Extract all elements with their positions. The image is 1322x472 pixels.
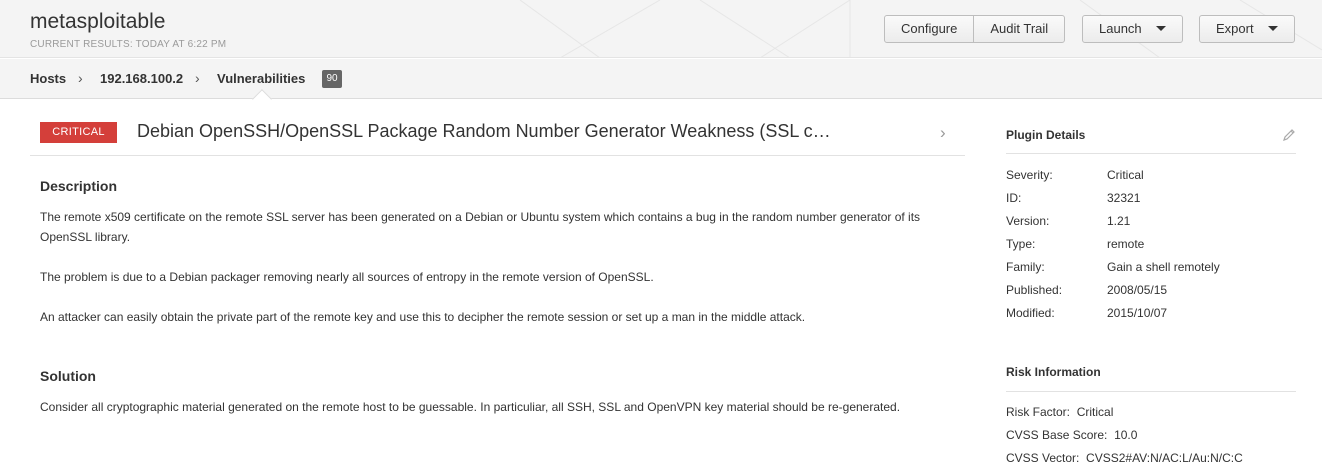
configure-button[interactable]: Configure <box>885 16 973 42</box>
plugin-detail-value: 2015/10/07 <box>1107 306 1168 320</box>
cvss-base-score-row: CVSS Base Score: 10.0 <box>1006 428 1137 442</box>
breadcrumb-hosts[interactable]: Hosts <box>30 71 66 86</box>
plugin-detail-label: Modified: <box>1006 306 1055 320</box>
launch-button[interactable]: Launch <box>1083 16 1182 42</box>
plugin-detail-label: Family: <box>1006 260 1045 274</box>
description-heading: Description <box>40 178 118 194</box>
solution-heading: Solution <box>40 368 96 384</box>
scan-header: metasploitable CURRENT RESULTS: TODAY AT… <box>0 0 1322 58</box>
vulnerability-count-badge: 90 <box>322 70 342 88</box>
severity-badge: CRITICAL <box>40 122 117 143</box>
breadcrumb-vulnerabilities[interactable]: Vulnerabilities <box>217 71 305 86</box>
description-paragraph: The problem is due to a Debian packager … <box>40 270 654 284</box>
description-paragraph: The remote x509 certificate on the remot… <box>40 210 921 244</box>
solution-text: Consider all cryptographic material gene… <box>40 400 901 414</box>
risk-value: Critical <box>1076 405 1114 419</box>
caret-down-icon <box>1267 26 1278 32</box>
plugin-detail-label: ID: <box>1006 191 1022 205</box>
plugin-detail-value: 32321 <box>1107 191 1141 205</box>
divider <box>1006 153 1296 154</box>
scan-results-timestamp: CURRENT RESULTS: TODAY AT 6:22 PM <box>30 39 227 50</box>
export-button[interactable]: Export <box>1200 16 1294 42</box>
risk-value: 10.0 <box>1114 428 1138 442</box>
audit-trail-button[interactable]: Audit Trail <box>973 16 1064 42</box>
plugin-detail-label: Severity: <box>1006 168 1053 182</box>
caret-down-icon <box>1155 26 1166 32</box>
vulnerability-title: Debian OpenSSH/OpenSSL Package Random Nu… <box>137 121 831 141</box>
breadcrumb-separator: › <box>195 70 200 86</box>
export-button-group: Export <box>1199 15 1295 43</box>
plugin-detail-value: Critical <box>1107 168 1144 182</box>
plugin-detail-label: Published: <box>1006 283 1063 297</box>
plugin-detail-value: Gain a shell remotely <box>1107 260 1220 274</box>
risk-information-heading: Risk Information <box>1006 365 1101 379</box>
breadcrumb-host[interactable]: 192.168.100.2 <box>100 71 183 86</box>
plugin-detail-value: remote <box>1107 237 1145 251</box>
chevron-right-icon[interactable]: › <box>940 123 946 143</box>
scan-title: metasploitable <box>30 10 166 33</box>
breadcrumb: Hosts › 192.168.100.2 › Vulnerabilities <box>0 59 1322 99</box>
divider <box>30 155 965 156</box>
pencil-icon[interactable] <box>1282 128 1296 142</box>
export-button-label: Export <box>1216 21 1254 36</box>
risk-factor-row: Risk Factor: Critical <box>1006 405 1113 419</box>
risk-label: Risk Factor: <box>1006 405 1071 419</box>
breadcrumb-separator: › <box>78 70 83 86</box>
cvss-vector-row: CVSS Vector: CVSS2#AV:N/AC:L/Au:N/C:C <box>1006 451 1243 465</box>
plugin-detail-label: Type: <box>1006 237 1036 251</box>
divider <box>1006 391 1296 392</box>
configure-audit-button-group: Configure Audit Trail <box>884 15 1066 43</box>
risk-value: CVSS2#AV:N/AC:L/Au:N/C:C <box>1086 451 1243 465</box>
launch-button-label: Launch <box>1099 21 1142 36</box>
plugin-detail-value: 1.21 <box>1107 214 1131 228</box>
plugin-detail-label: Version: <box>1006 214 1050 228</box>
risk-label: CVSS Base Score: <box>1006 428 1108 442</box>
plugin-detail-value: 2008/05/15 <box>1107 283 1168 297</box>
risk-label: CVSS Vector: <box>1006 451 1080 465</box>
plugin-details-heading: Plugin Details <box>1006 128 1086 142</box>
launch-button-group: Launch <box>1082 15 1183 43</box>
description-paragraph: An attacker can easily obtain the privat… <box>40 310 806 324</box>
